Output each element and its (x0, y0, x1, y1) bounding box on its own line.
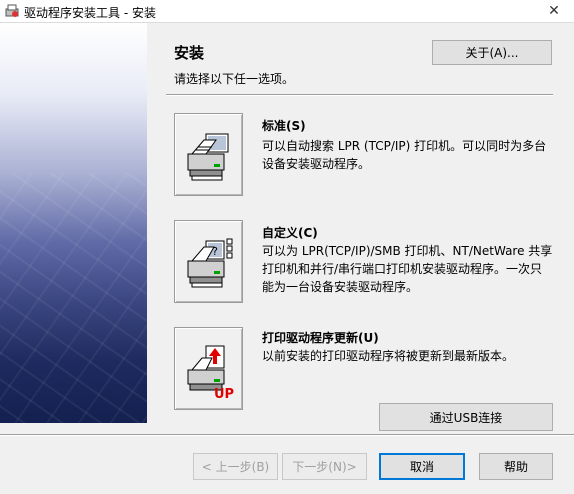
title-bar: 驱动程序安装工具 - 安装 ✕ (0, 0, 574, 23)
window-title: 驱动程序安装工具 - 安装 (24, 6, 156, 20)
custom-option-title: 自定义(C) (262, 226, 318, 240)
footer-divider (0, 434, 574, 436)
page-title: 安装 (174, 44, 205, 62)
help-button[interactable]: 帮助 (479, 453, 553, 480)
custom-option-button[interactable]: ? (174, 220, 243, 303)
standard-option-button[interactable] (174, 113, 243, 196)
usb-connect-button[interactable]: 通过USB连接 (379, 403, 553, 431)
update-option-title: 打印驱动程序更新(U) (262, 331, 379, 345)
standard-option-description: 可以自动搜索 LPR (TCP/IP) 打印机。可以同时为多台设备安装驱动程序。 (262, 139, 547, 171)
next-button[interactable]: 下一步(N)> (282, 453, 367, 480)
update-option-description: 以前安装的打印驱动程序将被更新到最新版本。 (262, 349, 515, 363)
side-banner-image (0, 23, 147, 423)
app-icon (5, 4, 19, 17)
about-button[interactable]: 关于(A)... (432, 40, 552, 65)
cancel-button[interactable]: 取消 (379, 453, 465, 480)
back-button[interactable]: < 上一步(B) (193, 453, 278, 480)
standard-option-title: 标准(S) (262, 119, 306, 133)
header-divider (166, 94, 553, 96)
update-option-button[interactable]: UP (174, 327, 243, 410)
page-subtitle: 请选择以下任一选项。 (174, 72, 295, 86)
close-icon[interactable]: ✕ (534, 0, 574, 22)
update-icon-text: UP (214, 387, 234, 400)
custom-option-description: 可以为 LPR(TCP/IP)/SMB 打印机、NT/NetWare 共享打印机… (262, 244, 553, 294)
custom-printer-icon: ? (187, 238, 233, 288)
keyboard-pattern (0, 173, 147, 423)
update-printer-icon: UP (187, 345, 234, 400)
standard-printer-icon (187, 133, 229, 181)
